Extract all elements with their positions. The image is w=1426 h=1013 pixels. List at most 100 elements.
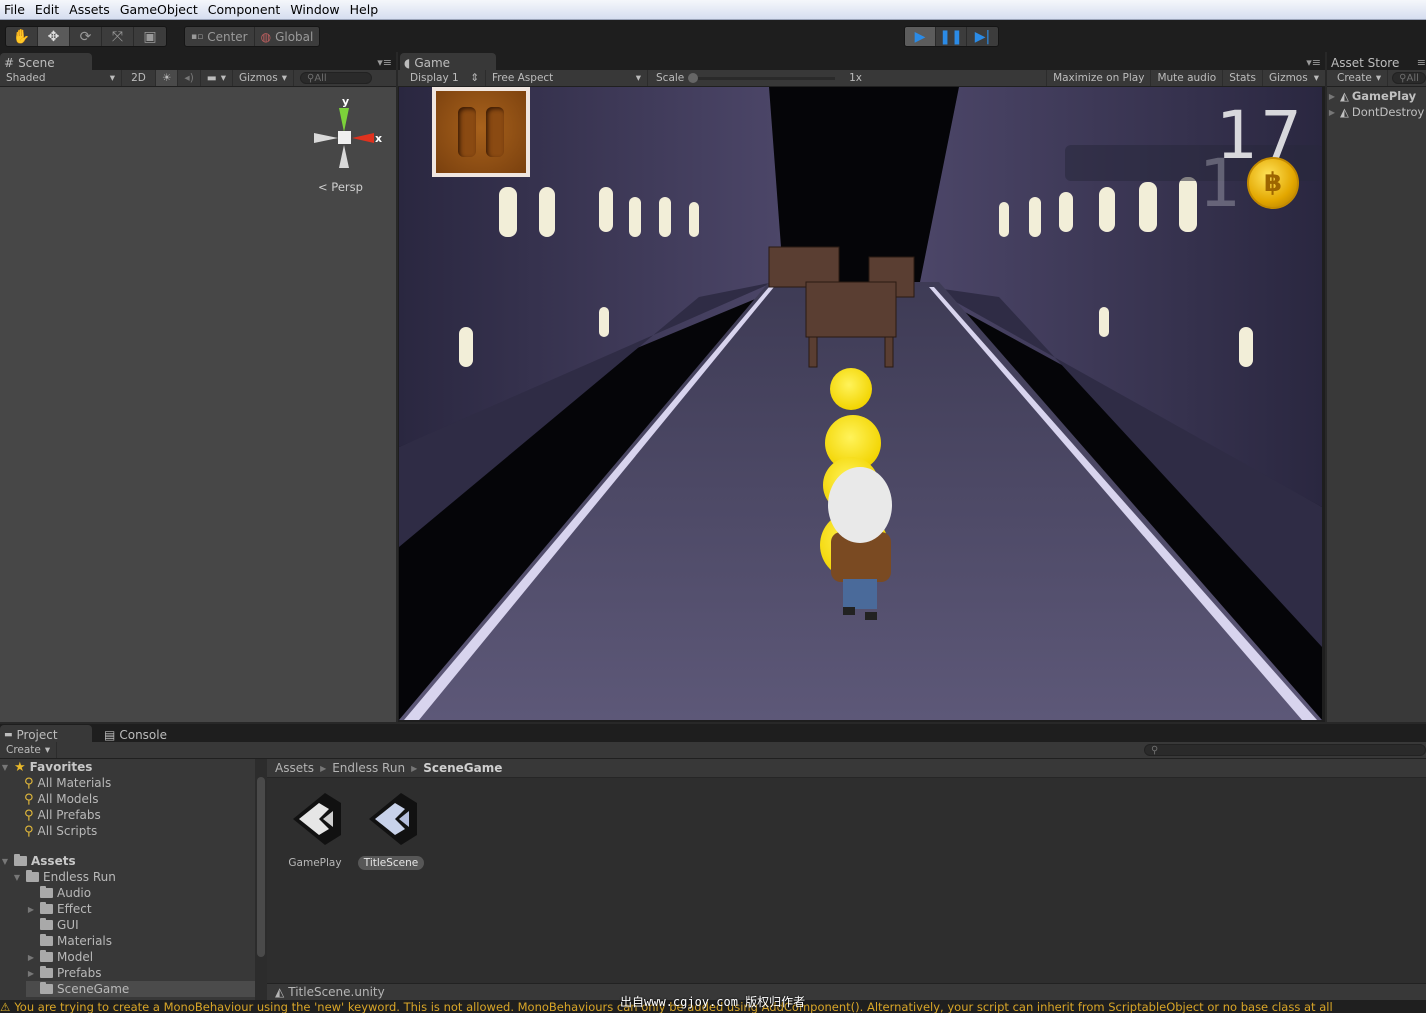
step-button[interactable]: ▶|	[967, 27, 998, 46]
expand-arrow-icon[interactable]: ▶	[26, 969, 36, 978]
collapse-arrow-icon[interactable]: ▼	[12, 873, 22, 882]
folder-icon	[40, 918, 53, 930]
gizmo-x-axis[interactable]	[352, 133, 374, 143]
rotate-tool-button[interactable]: ⟳	[70, 27, 102, 46]
collapse-arrow-icon[interactable]: ▼	[0, 763, 10, 772]
play-controls: ▶ ❚❚ ▶|	[904, 26, 999, 47]
scale-tool-button[interactable]: ⤧	[102, 27, 134, 46]
collapse-arrow-icon[interactable]: ▼	[0, 857, 10, 866]
stats-toggle[interactable]: Stats	[1223, 70, 1264, 86]
tree-scrollbar[interactable]	[255, 759, 267, 1000]
menu-edit[interactable]: Edit	[31, 0, 65, 20]
asset-titlescene[interactable]: TitleScene	[351, 789, 431, 870]
folder-label: SceneGame	[57, 982, 130, 996]
scale-icon: ⤧	[111, 28, 124, 45]
tab-scene[interactable]: # Scene	[0, 53, 92, 70]
display-dropdown[interactable]: Display 1 ⇕	[398, 70, 486, 86]
tree-folder-prefabs[interactable]: ▶ Prefabs	[26, 965, 102, 981]
pivot-global-button[interactable]: ◍ Global	[255, 27, 320, 46]
expand-arrow-icon[interactable]: ▶	[1327, 108, 1337, 117]
dropdown-arrow-icon: ▾	[635, 72, 641, 84]
folder-icon	[40, 902, 53, 914]
project-search-input[interactable]: ⚲	[1144, 744, 1426, 756]
rect-tool-button[interactable]: ▣	[134, 27, 166, 46]
orientation-gizmo[interactable]: y x	[312, 96, 388, 176]
expand-arrow-icon[interactable]: ▶	[26, 905, 36, 914]
panel-menu-icon[interactable]: ▾≡	[1306, 56, 1321, 69]
pause-button[interactable]: ❚❚	[936, 27, 967, 46]
game-gizmos-dropdown[interactable]: Gizmos ▾	[1263, 70, 1325, 86]
aspect-dropdown[interactable]: Free Aspect ▾	[486, 70, 648, 86]
breadcrumb: Assets ▶ Endless Run ▶ SceneGame	[267, 759, 1426, 778]
favorite-all-materials[interactable]: ⚲ All Materials	[24, 775, 111, 791]
breadcrumb-endless-run[interactable]: Endless Run	[332, 761, 405, 775]
tree-scrollbar-thumb[interactable]	[257, 777, 265, 957]
play-button[interactable]: ▶	[905, 27, 936, 46]
hierarchy-item-label: DontDestroy	[1351, 105, 1425, 119]
tab-console[interactable]: ▤ Console	[100, 725, 175, 742]
scene-gizmos-dropdown[interactable]: Gizmos ▾	[233, 70, 294, 86]
game-pause-button[interactable]	[432, 87, 530, 177]
menu-window[interactable]: Window	[286, 0, 345, 20]
folder-label: Audio	[57, 886, 92, 900]
project-create-dropdown[interactable]: Create ▾	[0, 742, 58, 758]
hierarchy-search-input[interactable]: ⚲ All	[1392, 72, 1426, 84]
shading-mode-dropdown[interactable]: Shaded ▾	[0, 70, 122, 86]
tree-favorites[interactable]: ▼ ★ Favorites	[0, 759, 92, 775]
lighting-toggle[interactable]: ☀	[156, 70, 179, 86]
menu-file[interactable]: File	[0, 0, 31, 20]
expand-arrow-icon[interactable]: ▶	[26, 953, 36, 962]
scale-slider[interactable]	[688, 72, 836, 83]
favorite-all-models[interactable]: ⚲ All Models	[24, 791, 99, 807]
hierarchy-create-dropdown[interactable]: Create ▾	[1327, 70, 1389, 86]
panel-menu-icon[interactable]: ▾≡	[377, 56, 392, 69]
tree-assets[interactable]: ▼ Assets	[0, 853, 76, 869]
scale-slider-thumb[interactable]	[688, 72, 699, 83]
tab-game[interactable]: ◖ Game	[400, 53, 496, 70]
hierarchy-panel: Asset Store ≡ Create ▾ ⚲ All ▶ ◭ GamePlay …	[1327, 52, 1426, 722]
tree-folder-effect[interactable]: ▶ Effect	[26, 901, 92, 917]
coin-icon: ฿	[1247, 157, 1299, 209]
dropdown-arrow-icon: ▾	[1375, 72, 1382, 84]
menu-help[interactable]: Help	[346, 0, 385, 20]
scene-viewport[interactable]: y x < Persp	[0, 88, 396, 722]
search-icon: ⚲	[1399, 72, 1407, 84]
hierarchy-scene-gameplay[interactable]: ▶ ◭ GamePlay	[1327, 88, 1416, 104]
tree-folder-scenegame[interactable]: SceneGame	[26, 981, 255, 997]
effects-dropdown[interactable]: ▬ ▾	[201, 70, 233, 86]
toggle-2d-button[interactable]: 2D	[122, 70, 156, 86]
menu-gameobject[interactable]: GameObject	[116, 0, 204, 20]
gizmo-y-axis[interactable]	[339, 108, 349, 132]
tree-folder-model[interactable]: ▶ Model	[26, 949, 93, 965]
projection-toggle[interactable]: < Persp	[318, 180, 363, 194]
favorite-all-prefabs[interactable]: ⚲ All Prefabs	[24, 807, 101, 823]
tree-folder-audio[interactable]: Audio	[26, 885, 91, 901]
gizmo-neg-y-axis[interactable]	[339, 145, 349, 168]
move-tool-button[interactable]: ✥	[38, 27, 70, 46]
gizmo-y-label: y	[342, 96, 349, 108]
panel-menu-icon[interactable]: ≡	[1417, 56, 1426, 69]
favorite-all-scripts[interactable]: ⚲ All Scripts	[24, 823, 97, 839]
gizmo-neg-x-axis[interactable]	[314, 133, 338, 143]
menu-assets[interactable]: Assets	[65, 0, 116, 20]
maximize-on-play-toggle[interactable]: Maximize on Play	[1046, 70, 1152, 86]
breadcrumb-scenegame[interactable]: SceneGame	[423, 761, 502, 775]
mute-audio-toggle[interactable]: Mute audio	[1151, 70, 1224, 86]
scene-search-input[interactable]: ⚲ All	[299, 72, 372, 84]
expand-arrow-icon[interactable]: ▶	[1327, 92, 1337, 101]
breadcrumb-assets[interactable]: Assets	[275, 761, 314, 775]
project-folder-tree: ▼ ★ Favorites ⚲ All Materials ⚲ All Models…	[0, 759, 255, 1000]
audio-toggle[interactable]: ◂)	[178, 70, 201, 86]
tab-asset-store[interactable]: Asset Store	[1327, 53, 1407, 70]
asset-gameplay[interactable]: GamePlay	[275, 789, 355, 870]
hand-tool-button[interactable]: ✋	[6, 27, 38, 46]
tree-folder-endless-run[interactable]: ▼ Endless Run	[12, 869, 116, 885]
tree-folder-materials[interactable]: Materials	[26, 933, 112, 949]
gizmo-center[interactable]	[338, 131, 351, 144]
tab-project[interactable]: ▬ Project	[0, 725, 92, 742]
menu-component[interactable]: Component	[204, 0, 287, 20]
hierarchy-scene-dontdestroy[interactable]: ▶ ◭ DontDestroy	[1327, 104, 1424, 120]
game-viewport[interactable]: 1 17 ฿	[399, 87, 1322, 720]
tree-folder-gui[interactable]: GUI	[26, 917, 79, 933]
pivot-center-button[interactable]: ▪▫ Center	[185, 27, 255, 46]
